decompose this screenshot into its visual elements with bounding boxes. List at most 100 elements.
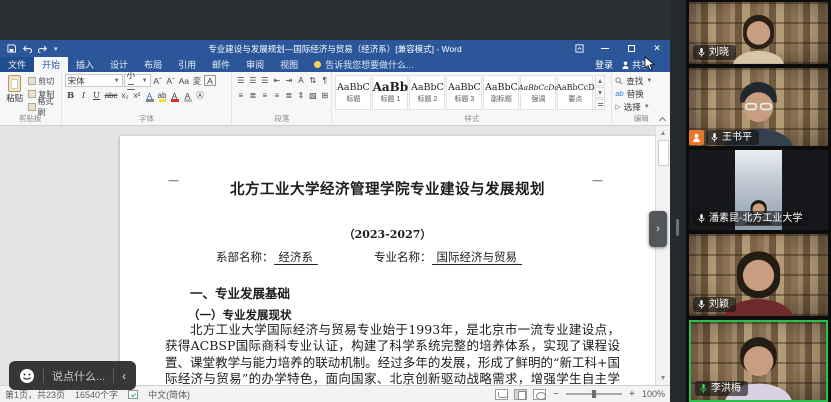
style-item[interactable]: AaBbC副标题 [483,75,519,110]
participant-name-badge: 李洪梅 [695,381,748,396]
styles-scroll-up-icon[interactable] [595,75,605,86]
tab-file[interactable]: 文件 [0,57,34,72]
tab-view[interactable]: 视图 [272,57,306,72]
asian-layout-button[interactable]: A [295,74,306,87]
tab-mailings[interactable]: 邮件 [204,57,238,72]
italic-button[interactable]: I [78,89,90,102]
bold-button[interactable]: B [65,89,77,102]
web-layout-button[interactable] [533,389,546,400]
superscript-button[interactable]: x² [132,89,143,102]
chevron-left-icon[interactable]: ‹ [122,369,126,383]
vertical-scrollbar[interactable] [655,126,670,385]
align-center-button[interactable]: ≣ [247,89,258,102]
enclose-characters-button[interactable]: Ⓐ [195,89,206,102]
tab-references[interactable]: 引用 [170,57,204,72]
zoom-in-button[interactable]: + [628,389,636,400]
styles-scroll-down-icon[interactable] [595,87,605,98]
shading-button[interactable]: ▨ [307,89,318,102]
highlight-color-button[interactable]: ab [157,89,168,102]
zoom-slider-thumb[interactable] [592,390,596,398]
participant-tile[interactable]: 刘颖 [689,234,828,316]
justify-button[interactable]: ≡ [271,89,282,102]
zoom-level[interactable]: 100% [642,389,665,399]
save-icon[interactable] [7,44,16,53]
numbering-button[interactable]: ☰ [247,74,258,87]
align-right-button[interactable]: ≡ [259,89,270,102]
document-page[interactable]: — — 北方工业大学经济管理学院专业建设与发展规划 （2023-2027） 系部… [120,136,655,385]
tell-me-box[interactable]: 告诉我您想要做什么... [306,57,422,72]
emoji-smiley-icon[interactable] [19,368,35,384]
paste-button[interactable]: 粘贴 [3,74,26,114]
scroll-up-icon[interactable] [658,128,669,138]
language-indicator[interactable]: 中文(简体) [148,388,190,401]
subscript-button[interactable]: x₂ [120,89,131,102]
align-left-button[interactable]: ≡ [235,89,246,102]
zoom-slider[interactable] [566,393,622,395]
style-item[interactable]: AaBbC标题 2 [409,75,445,110]
chat-input[interactable]: 说点什么... [52,368,105,384]
replace-button[interactable]: ab 替换 [615,88,668,99]
tab-review[interactable]: 审阅 [238,57,272,72]
decrease-indent-button[interactable]: ⇤ [271,74,282,87]
undo-icon[interactable] [22,45,32,53]
grow-font-button[interactable]: Aˆ [152,74,164,87]
phonetic-guide-button[interactable]: 変 [191,74,203,87]
font-size-combo[interactable]: 小二▼ [124,74,151,87]
select-button[interactable]: ▷ 选择▼ [615,101,668,112]
chat-bubble[interactable]: 说点什么... ‹ [9,361,136,390]
format-painter-button[interactable]: 格式刷 [28,102,58,112]
read-mode-button[interactable] [495,389,508,400]
style-item[interactable]: AaBbC标题 [335,75,371,110]
style-item[interactable]: AaBb标题 1 [372,75,408,110]
style-item[interactable]: AaBbCcDc强调 [520,75,556,110]
collapse-ribbon-icon[interactable] [658,115,667,123]
scroll-down-icon[interactable] [658,373,669,383]
close-button[interactable]: ✕ [644,40,670,57]
restore-button[interactable] [618,40,644,57]
restore-icon [628,45,635,52]
character-border-button[interactable]: A [204,75,216,86]
find-button[interactable]: 查找▼ [615,75,668,86]
character-shading-button[interactable]: A [182,89,194,102]
strikethrough-button[interactable]: abc [104,89,119,102]
show-marks-button[interactable]: ¶ [319,74,330,87]
scrollbar-thumb[interactable] [658,140,669,166]
font-color-button[interactable]: A [169,89,181,102]
word-titlebar[interactable]: ▾ 专业建设与发展规划—国际经济与贸易（经济系）[兼容模式] - Word ✕ [0,40,670,57]
text-effects-button[interactable]: A [144,89,156,102]
change-case-button[interactable]: Aa [178,74,190,87]
increase-indent-button[interactable]: ⇥ [283,74,294,87]
style-item[interactable]: AaBbC标题 3 [446,75,482,110]
proofing-icon[interactable] [128,390,138,399]
bullets-button[interactable]: ☰ [235,74,246,87]
tab-home[interactable]: 开始 [34,57,68,72]
font-family-combo[interactable]: 宋体▼ [65,74,123,87]
participant-tile[interactable]: 潘素昆-北方工业大学 [689,150,828,230]
borders-button[interactable]: ⊞ [319,89,330,102]
qat-customize-icon[interactable]: ▾ [54,45,58,53]
participant-tile[interactable]: 刘晓 [689,2,828,64]
chevron-down-icon: ▼ [646,78,652,84]
multilevel-list-button[interactable]: ☰ [259,74,270,87]
sign-in-button[interactable]: 登录 [595,58,613,71]
tab-insert[interactable]: 插入 [68,57,102,72]
panel-divider-grip[interactable] [676,219,679,236]
participant-tile-active-speaker[interactable]: 李洪梅 [689,320,828,402]
shrink-font-button[interactable]: Aˇ [165,74,177,87]
minimize-button[interactable] [592,40,618,57]
zoom-out-button[interactable]: − [552,389,560,400]
share-button[interactable]: 共享 [622,58,650,71]
distribute-button[interactable]: ≣ [283,89,294,102]
clipboard-icon [8,75,21,92]
participant-tile[interactable]: 王书平 [689,68,828,146]
ribbon-display-options-button[interactable] [566,40,592,57]
style-item[interactable]: AaBbCcD要点 [557,75,593,110]
sort-button[interactable]: ⇅ [307,74,318,87]
cut-button[interactable]: 剪切 [28,76,58,86]
collapse-panel-button[interactable]: › [649,211,667,247]
redo-icon[interactable] [38,45,48,53]
print-layout-button[interactable] [514,389,527,400]
styles-gallery-more-icon[interactable] [595,99,605,110]
underline-button[interactable]: U [91,89,103,102]
line-spacing-button[interactable]: ⇕ [295,89,306,102]
